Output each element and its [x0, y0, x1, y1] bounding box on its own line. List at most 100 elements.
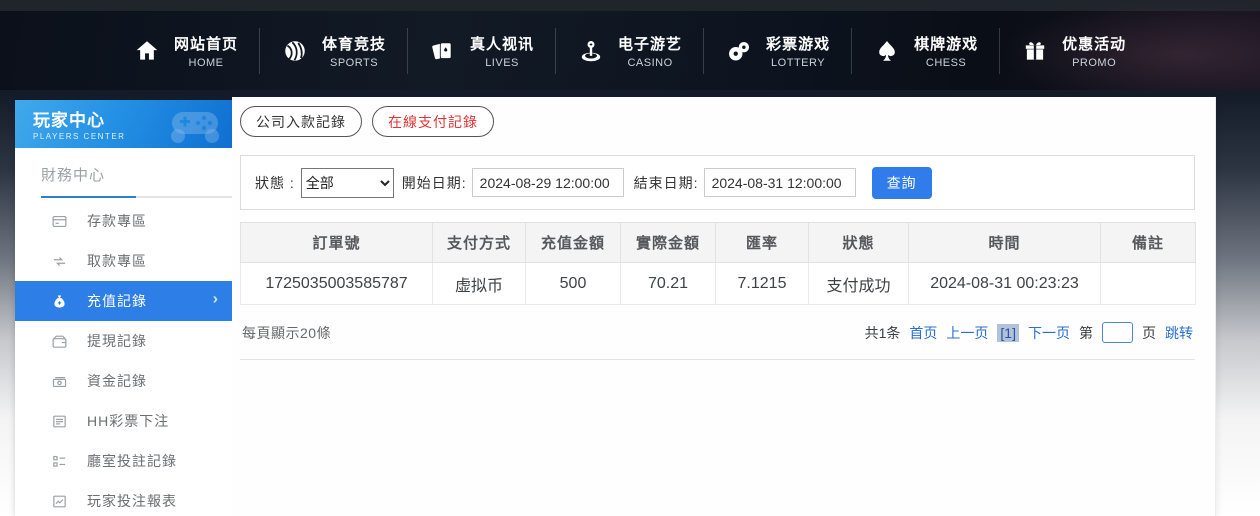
sidebar-item-funds-records[interactable]: 資金記錄: [15, 361, 232, 401]
joystick-icon: [577, 37, 605, 65]
nav-label-en: HOME: [188, 56, 224, 69]
cell-actual-amount: 70.21: [620, 262, 716, 305]
home-icon: [133, 37, 161, 65]
per-page-text: 每頁顯示20條: [242, 324, 332, 341]
status-select[interactable]: 全部: [300, 167, 394, 198]
nav-item-sports[interactable]: 体育竞技 SPORTS: [260, 33, 407, 69]
sidebar-item-hh-lottery-bets[interactable]: HH彩票下注: [15, 401, 232, 441]
sidebar-menu: 存款專區 取款專區 充值記錄 › 提現記錄 資金記錄 HH彩票下注 廳室投註記錄…: [15, 201, 232, 516]
next-page-link[interactable]: 下一页: [1028, 323, 1070, 343]
deposit-card-icon: [51, 212, 69, 230]
sidebar-item-label: 資金記錄: [87, 373, 147, 389]
jump-prefix-text: 第: [1079, 324, 1093, 341]
col-payment-method: 支付方式: [432, 222, 526, 263]
filter-bar: 狀態 : 全部 開始日期: 結束日期: 查詢: [240, 155, 1195, 210]
main-content: 公司入款記錄 在線支付記錄 狀態 : 全部 開始日期: 結束日期: 查詢 訂單號…: [232, 97, 1216, 516]
navbar-top-strip: [0, 0, 1260, 11]
sidebar-section-title: 財務中心: [41, 167, 106, 184]
cell-time: 2024-08-31 00:23:23: [908, 262, 1101, 305]
col-status: 狀態: [808, 222, 909, 263]
cell-recharge-amount: 500: [525, 262, 621, 305]
table-row: 1725035003585787 虚拟币 500 70.21 7.1215 支付…: [240, 262, 1196, 305]
nav-label-zh: 棋牌游戏: [914, 35, 979, 53]
sidebar-item-withdrawal-records[interactable]: 提現記錄: [15, 321, 232, 361]
col-actual-amount: 實際金額: [620, 222, 716, 263]
cell-remark: [1100, 262, 1196, 305]
sidebar-item-hall-bet-records[interactable]: 廳室投註記錄: [15, 441, 232, 481]
section-divider: [41, 196, 232, 198]
nav-label-zh: 电子游艺: [618, 35, 683, 53]
tab-online-payment-records[interactable]: 在線支付記錄: [372, 106, 494, 137]
playing-cards-icon: [429, 37, 457, 65]
lottery-balls-icon: [725, 37, 753, 65]
nav-item-casino[interactable]: 电子游艺 CASINO: [556, 33, 703, 69]
nav-label-zh: 体育竞技: [322, 35, 387, 53]
nav-label-zh: 优惠活动: [1062, 35, 1127, 53]
banknote-icon: [51, 372, 69, 390]
nav-item-lives[interactable]: 真人视讯 LIVES: [408, 33, 555, 69]
nav-label-en: LIVES: [485, 56, 519, 69]
col-remark: 備註: [1100, 222, 1196, 263]
jump-link[interactable]: 跳转: [1165, 323, 1193, 343]
sidebar-item-deposit-zone[interactable]: 存款專區: [15, 201, 232, 241]
end-date-input[interactable]: [703, 168, 856, 197]
nav-label-zh: 彩票游戏: [766, 35, 831, 53]
cell-status: 支付成功: [808, 262, 909, 305]
checklist-icon: [51, 452, 69, 470]
status-label: 狀態 :: [255, 174, 295, 191]
sports-ball-icon: [281, 37, 309, 65]
chart-report-icon: [51, 492, 69, 510]
col-recharge-amount: 充值金額: [525, 222, 621, 263]
sidebar-item-label: HH彩票下注: [87, 413, 170, 429]
current-page-indicator: [1]: [997, 323, 1019, 342]
prev-page-link[interactable]: 上一页: [946, 323, 988, 343]
sidebar-item-label: 玩家投注報表: [87, 493, 177, 509]
nav-label-en: SPORTS: [330, 56, 379, 69]
search-button[interactable]: 查詢: [871, 166, 932, 199]
sidebar-item-label: 取款專區: [87, 253, 147, 269]
tab-company-deposit-records[interactable]: 公司入款記錄: [240, 106, 362, 137]
end-date-label: 結束日期:: [633, 174, 699, 191]
gamepad-icon: [166, 104, 224, 148]
sidebar-item-label: 廳室投註記錄: [87, 453, 177, 469]
list-document-icon: [51, 412, 69, 430]
cell-payment-method: 虚拟币: [432, 262, 526, 305]
money-bag-icon: [51, 292, 69, 310]
players-center-sidebar: 玩家中心 PLAYERS CENTER 財務中心 存款專區 取款專區 充值記錄 …: [15, 100, 232, 516]
col-order-number: 訂單號: [240, 222, 433, 263]
sidebar-item-label: 存款專區: [87, 213, 147, 229]
nav-item-lottery[interactable]: 彩票游戏 LOTTERY: [704, 33, 851, 69]
wallet-icon: [51, 332, 69, 350]
cell-order-number: 1725035003585787: [240, 262, 433, 305]
col-time: 時間: [908, 222, 1101, 263]
page-number-input[interactable]: [1102, 322, 1133, 343]
top-navbar: 网站首页 HOME 体育竞技 SPORTS 真人视讯 LIVES 电子游艺 CA…: [0, 0, 1260, 90]
nav-item-promo[interactable]: 优惠活动 PROMO: [1000, 33, 1147, 69]
jump-suffix-text: 页: [1142, 324, 1156, 341]
nav-label-en: PROMO: [1072, 56, 1117, 69]
first-page-link[interactable]: 首页: [909, 323, 937, 343]
cell-exchange-rate: 7.1215: [715, 262, 809, 305]
main-nav: 网站首页 HOME 体育竞技 SPORTS 真人视讯 LIVES 电子游艺 CA…: [112, 11, 1147, 90]
spade-icon: [873, 37, 901, 65]
table-header-row: 訂單號 支付方式 充值金額 實際金額 匯率 狀態 時間 備註: [240, 222, 1196, 263]
gift-icon: [1021, 37, 1049, 65]
hand-money-icon: [51, 252, 69, 270]
nav-item-chess[interactable]: 棋牌游戏 CHESS: [852, 33, 999, 69]
nav-item-home[interactable]: 网站首页 HOME: [112, 33, 259, 69]
start-date-input[interactable]: [471, 168, 624, 197]
sidebar-item-label: 提現記錄: [87, 333, 147, 349]
total-count-text: 共1条: [864, 324, 901, 341]
sidebar-item-label: 充值記錄: [87, 293, 147, 309]
nav-label-en: CHESS: [925, 56, 967, 69]
sidebar-item-player-bet-report[interactable]: 玩家投注報表: [15, 481, 232, 516]
chevron-right-icon: ›: [212, 290, 219, 308]
col-exchange-rate: 匯率: [715, 222, 809, 263]
sidebar-item-withdraw-zone[interactable]: 取款專區: [15, 241, 232, 281]
record-tabs: 公司入款記錄 在線支付記錄: [240, 106, 1215, 137]
nav-label-zh: 真人视讯: [470, 35, 535, 53]
nav-label-zh: 网站首页: [174, 35, 239, 53]
sidebar-item-recharge-records[interactable]: 充值記錄 ›: [15, 281, 232, 321]
start-date-label: 開始日期:: [401, 174, 467, 191]
recharge-records-table: 訂單號 支付方式 充值金額 實際金額 匯率 狀態 時間 備註 172503500…: [240, 222, 1196, 305]
